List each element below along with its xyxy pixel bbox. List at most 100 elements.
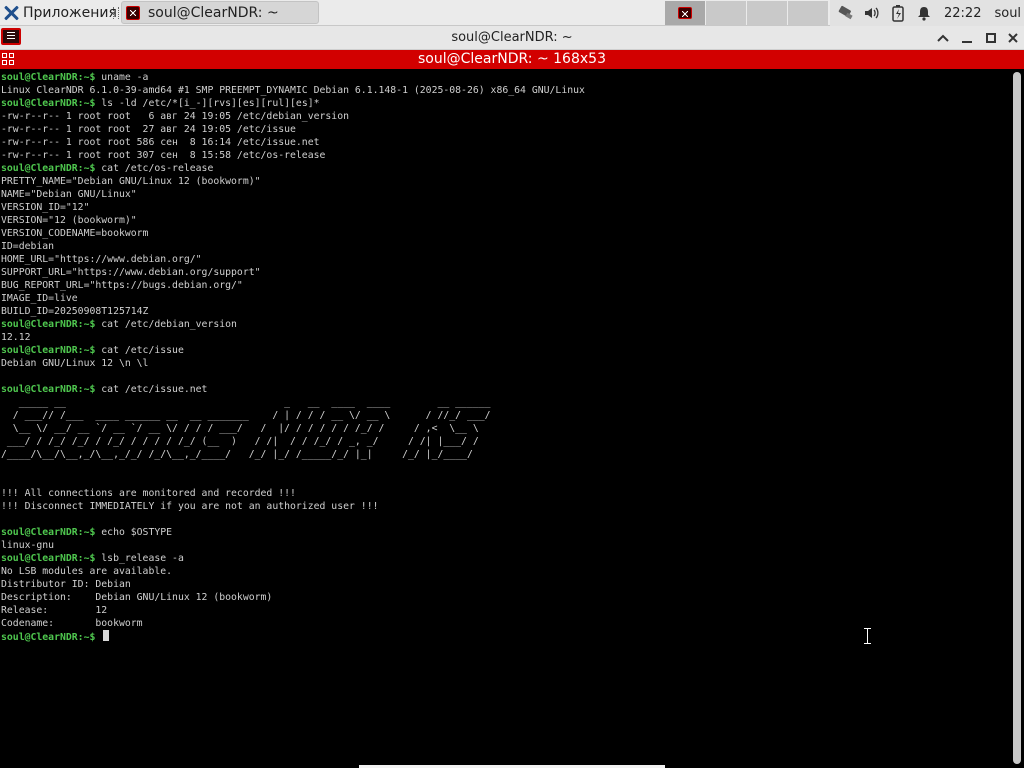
line-text: Codename: bookworm bbox=[1, 618, 143, 629]
close-button[interactable] bbox=[1004, 29, 1022, 47]
terminal-command-line: soul@ClearNDR:~$ cat /etc/os-release bbox=[1, 162, 585, 175]
terminal-area[interactable]: soul@ClearNDR:~$ uname -a Linux ClearNDR … bbox=[0, 69, 1011, 768]
line-text: \__ \/ __/ __ `/ __ `/ __ \/ / / / ___/ … bbox=[1, 423, 479, 434]
maximize-button[interactable] bbox=[982, 29, 1000, 47]
volume-icon[interactable] bbox=[862, 3, 882, 23]
terminal-output-line: _____ __ _ __ ____ ____ __ ______ bbox=[1, 396, 585, 409]
mouse-ibeam-cursor-icon bbox=[864, 628, 871, 644]
terminal-icon bbox=[126, 5, 140, 20]
terminal-output-line: -rw-r--r-- 1 root root 586 сен 8 16:14 /… bbox=[1, 136, 585, 149]
line-text: VERSION_CODENAME=bookworm bbox=[1, 228, 149, 239]
shell-prompt: soul@ClearNDR:~$ bbox=[1, 98, 96, 109]
taskbar-button-label: soul@ClearNDR: ~ bbox=[148, 4, 279, 21]
panel-separator bbox=[113, 7, 119, 19]
top-panel: Приложения soul@ClearNDR: ~ 22:22 soul bbox=[0, 0, 1024, 26]
line-text: Debian GNU/Linux 12 \n \l bbox=[1, 358, 149, 369]
terminal-output-line: VERSION="12 (bookworm)" bbox=[1, 214, 585, 227]
line-text: / ___// /___ ____ ______ __ __ _______ /… bbox=[1, 410, 491, 421]
terminal-output-line: / ___// /___ ____ ______ __ __ _______ /… bbox=[1, 409, 585, 422]
terminal-command-line: soul@ClearNDR:~$ uname -a bbox=[1, 71, 585, 84]
user-menu[interactable]: soul bbox=[994, 6, 1021, 21]
terminal-command-line: soul@ClearNDR:~$ cat /etc/debian_version bbox=[1, 318, 585, 331]
shell-prompt: soul@ClearNDR:~$ bbox=[1, 345, 96, 356]
terminal-command-line: soul@ClearNDR:~$ cat /etc/issue.net bbox=[1, 383, 585, 396]
terminal-icon bbox=[678, 7, 692, 19]
terminal-output-line: VERSION_ID="12" bbox=[1, 201, 585, 214]
terminal-output-line: ___/ / /_/ /_/ / /_/ / / / / /_/ (__ ) /… bbox=[1, 435, 585, 448]
shell-prompt: soul@ClearNDR:~$ bbox=[1, 384, 96, 395]
terminal-tab-title: soul@ClearNDR: ~ 168x53 bbox=[418, 51, 606, 67]
window-titlebar[interactable]: soul@ClearNDR: ~ bbox=[0, 26, 1024, 50]
terminal-output-line: Release: 12 bbox=[1, 604, 585, 617]
workspace-1[interactable] bbox=[665, 1, 705, 25]
shade-button[interactable] bbox=[934, 29, 952, 47]
terminal-output-line: -rw-r--r-- 1 root root 307 сен 8 15:58 /… bbox=[1, 149, 585, 162]
shell-prompt: soul@ClearNDR:~$ bbox=[1, 553, 96, 564]
workspace-2[interactable] bbox=[706, 1, 746, 25]
terminal-output-line: linux-gnu bbox=[1, 539, 585, 552]
clock[interactable]: 22:22 bbox=[944, 6, 981, 21]
terminal-output-line: !!! Disconnect IMMEDIATELY if you are no… bbox=[1, 500, 585, 513]
shell-prompt: soul@ClearNDR:~$ bbox=[1, 527, 96, 538]
terminal-output-line: Linux ClearNDR 6.1.0-39-amd64 #1 SMP PRE… bbox=[1, 84, 585, 97]
battery-icon[interactable] bbox=[888, 3, 908, 23]
line-text bbox=[95, 632, 101, 643]
line-text: echo $OSTYPE bbox=[95, 527, 173, 538]
terminal-output-line: VERSION_CODENAME=bookworm bbox=[1, 227, 585, 240]
shell-prompt: soul@ClearNDR:~$ bbox=[1, 319, 96, 330]
line-text: linux-gnu bbox=[1, 540, 55, 551]
line-text: NAME="Debian GNU/Linux" bbox=[1, 189, 137, 200]
terminal-command-line: soul@ClearNDR:~$ echo $OSTYPE bbox=[1, 526, 585, 539]
terminal-output-line: PRETTY_NAME="Debian GNU/Linux 12 (bookwo… bbox=[1, 175, 585, 188]
scrollbar-thumb[interactable] bbox=[1013, 72, 1021, 764]
line-text: _____ __ _ __ ____ ____ __ ______ bbox=[1, 397, 491, 408]
line-text: ls -ld /etc/*[i_-][rvs][es][rul][es]* bbox=[95, 98, 320, 109]
terminal-output-line: SUPPORT_URL="https://www.debian.org/supp… bbox=[1, 266, 585, 279]
bell-icon[interactable] bbox=[914, 3, 934, 23]
line-text: SUPPORT_URL="https://www.debian.org/supp… bbox=[1, 267, 261, 278]
terminal-output-line: Debian GNU/Linux 12 \n \l bbox=[1, 357, 585, 370]
workspace-4[interactable] bbox=[788, 1, 828, 25]
terminal-command-line: soul@ClearNDR:~$ cat /etc/issue bbox=[1, 344, 585, 357]
system-tray: 22:22 soul bbox=[830, 0, 1024, 26]
terminal-output-line: NAME="Debian GNU/Linux" bbox=[1, 188, 585, 201]
terminal-output-line: ID=debian bbox=[1, 240, 585, 253]
terminal-output-line: -rw-r--r-- 1 root root 27 авг 24 19:05 /… bbox=[1, 123, 585, 136]
terminal-output-line: Distributor ID: Debian bbox=[1, 578, 585, 591]
terminal-command-line: soul@ClearNDR:~$ bbox=[1, 630, 585, 643]
shell-prompt: soul@ClearNDR:~$ bbox=[1, 163, 96, 174]
line-text: lsb_release -a bbox=[95, 553, 184, 564]
applications-menu[interactable]: Приложения bbox=[0, 0, 120, 26]
taskbar-terminal-button[interactable]: soul@ClearNDR: ~ bbox=[121, 1, 319, 24]
window-title: soul@ClearNDR: ~ bbox=[451, 30, 573, 45]
line-text: cat /etc/debian_version bbox=[95, 319, 237, 330]
line-text: PRETTY_NAME="Debian GNU/Linux 12 (bookwo… bbox=[1, 176, 261, 187]
line-text: Distributor ID: Debian bbox=[1, 579, 131, 590]
close-icon bbox=[1008, 33, 1018, 43]
workspace-3[interactable] bbox=[747, 1, 787, 25]
line-text: cat /etc/os-release bbox=[95, 163, 214, 174]
terminal-output-line: BUILD_ID=20250908T125714Z bbox=[1, 305, 585, 318]
workspace-switcher bbox=[665, 1, 829, 25]
terminal-output-line: 12.12 bbox=[1, 331, 585, 344]
line-text: IMAGE_ID=live bbox=[1, 293, 78, 304]
terminal-tab-bar: soul@ClearNDR: ~ 168x53 bbox=[0, 50, 1024, 69]
line-text: Description: Debian GNU/Linux 12 (bookwo… bbox=[1, 592, 273, 603]
line-text: -rw-r--r-- 1 root root 27 авг 24 19:05 /… bbox=[1, 124, 296, 135]
terminal-command-line: soul@ClearNDR:~$ ls -ld /etc/*[i_-][rvs]… bbox=[1, 97, 585, 110]
line-text: Linux ClearNDR 6.1.0-39-amd64 #1 SMP PRE… bbox=[1, 85, 585, 96]
line-text: VERSION_ID="12" bbox=[1, 202, 90, 213]
terminal-output-line: !!! All connections are monitored and re… bbox=[1, 487, 585, 500]
maximize-icon bbox=[986, 33, 996, 43]
line-text: /____/\__/\__,_/\__,_/_/ /_/\__,_/____/ … bbox=[1, 449, 473, 460]
terminal-scrollbar[interactable] bbox=[1011, 69, 1024, 768]
minimize-button[interactable] bbox=[958, 29, 976, 47]
line-text: -rw-r--r-- 1 root root 6 авг 24 19:05 /e… bbox=[1, 111, 349, 122]
shell-prompt: soul@ClearNDR:~$ bbox=[1, 632, 96, 643]
line-text: !!! Disconnect IMMEDIATELY if you are no… bbox=[1, 501, 379, 512]
line-text: uname -a bbox=[95, 72, 149, 83]
chevron-up-icon bbox=[937, 34, 949, 42]
network-icon[interactable] bbox=[836, 3, 856, 23]
terminal-output-line: IMAGE_ID=live bbox=[1, 292, 585, 305]
